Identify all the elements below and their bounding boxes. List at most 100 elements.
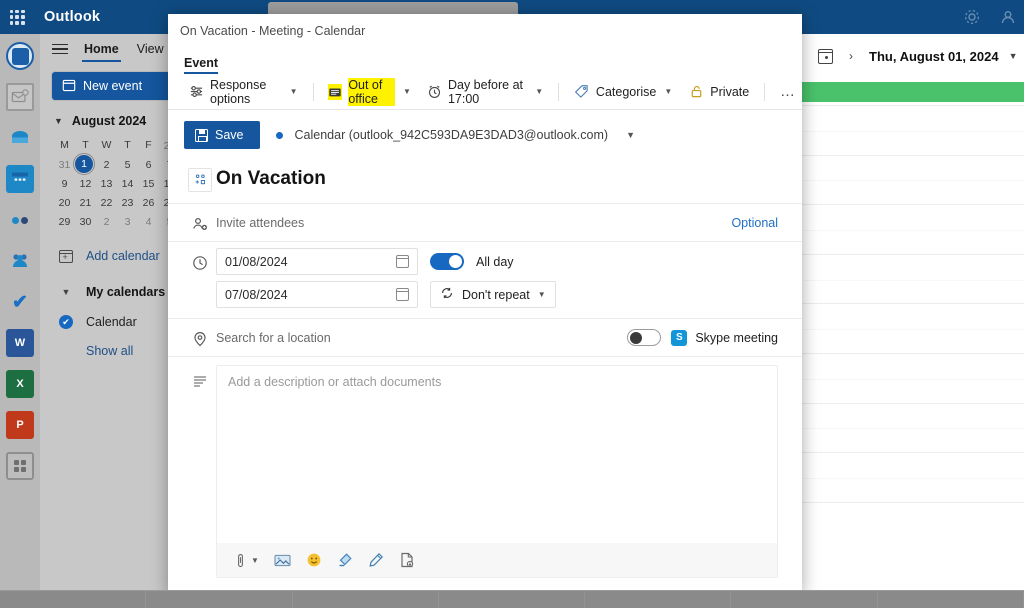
sidebar-item-calendar[interactable] xyxy=(6,165,34,193)
lock-icon xyxy=(688,84,704,100)
attendees-icon xyxy=(184,204,216,241)
location-field[interactable]: Search for a location S Skype meeting xyxy=(216,319,778,356)
all-day-toggle[interactable] xyxy=(430,253,464,270)
optional-link[interactable]: Optional xyxy=(731,216,778,230)
mini-calendar-day[interactable]: 31 xyxy=(54,155,75,174)
highlight-icon[interactable] xyxy=(337,552,353,568)
tab-view[interactable]: View xyxy=(135,39,166,59)
mini-calendar-day[interactable]: 20 xyxy=(54,193,75,212)
chevron-down-icon[interactable]: ▼ xyxy=(251,556,259,565)
sidebar-item-people[interactable] xyxy=(6,206,34,234)
ribbon-divider xyxy=(558,82,559,101)
account-label: Calendar (outlook_942C593DA9E3DAD3@outlo… xyxy=(294,128,609,142)
mini-calendar-day[interactable]: 5 xyxy=(117,155,138,174)
mini-calendar-day[interactable]: 4 xyxy=(138,212,159,231)
attendees-field[interactable]: Invite attendees Optional xyxy=(216,204,778,241)
taskbar[interactable] xyxy=(0,590,1024,608)
draw-icon[interactable] xyxy=(368,552,384,568)
mini-calendar-day[interactable]: 14 xyxy=(117,174,138,193)
chevron-down-icon[interactable]: ▼ xyxy=(535,87,543,96)
chevron-down-icon[interactable]: ▼ xyxy=(1009,51,1018,61)
location-pin-icon xyxy=(184,319,216,356)
chevron-down-icon[interactable]: ▼ xyxy=(626,130,635,140)
categorise-label: Categorise xyxy=(595,84,657,99)
tab-home[interactable]: Home xyxy=(82,39,121,62)
start-date-input[interactable]: 01/08/2024 xyxy=(216,248,418,275)
event-title-value: On Vacation xyxy=(216,167,326,189)
category-tag-icon xyxy=(574,84,590,100)
sidebar-item-more-apps[interactable] xyxy=(6,452,34,480)
emoji-icon[interactable] xyxy=(306,552,322,568)
chevron-down-icon[interactable]: ▼ xyxy=(538,290,546,299)
settings-gear-icon[interactable] xyxy=(964,9,980,25)
mini-calendar-day-header: T xyxy=(82,138,89,151)
calendar-picker-icon[interactable] xyxy=(396,255,409,268)
chevron-down-icon[interactable]: ▼ xyxy=(664,87,672,96)
mini-calendar-day[interactable]: 2 xyxy=(96,212,117,231)
ribbon-overflow-button[interactable]: … xyxy=(773,78,802,105)
insert-file-icon[interactable] xyxy=(399,552,415,568)
mini-calendar-day[interactable]: 29 xyxy=(54,212,75,231)
mini-calendar-day-selected[interactable]: 1 xyxy=(73,153,95,175)
skype-toggle[interactable] xyxy=(627,329,662,346)
mini-calendar-day[interactable]: 22 xyxy=(96,193,117,212)
mini-calendar-day[interactable]: 6 xyxy=(138,155,159,174)
sidebar-item-outlook-home[interactable] xyxy=(6,42,34,70)
mini-calendar-day[interactable]: 13 xyxy=(96,174,117,193)
sidebar-item-new-mail[interactable] xyxy=(6,83,34,111)
mini-calendar-day[interactable]: 30 xyxy=(75,212,96,231)
response-options-button[interactable]: Response options ▼ xyxy=(182,73,305,111)
insert-picture-icon[interactable] xyxy=(274,553,291,568)
description-placeholder: Add a description or attach documents xyxy=(228,375,442,389)
mini-calendar-day[interactable]: 23 xyxy=(117,193,138,212)
sidebar-item-word[interactable]: W xyxy=(6,329,34,357)
event-title-row: On Vacation xyxy=(168,160,802,204)
taskbar-cell[interactable] xyxy=(878,591,1024,608)
save-button[interactable]: Save xyxy=(184,121,260,149)
account-selector[interactable]: Calendar (outlook_942C593DA9E3DAD3@outlo… xyxy=(275,128,635,142)
menu-hamburger-icon[interactable] xyxy=(52,43,68,55)
sidebar-item-mail[interactable] xyxy=(6,124,34,152)
start-date-line: 01/08/2024 All day xyxy=(216,248,778,275)
mini-calendar-day[interactable]: 21 xyxy=(75,193,96,212)
taskbar-cell[interactable] xyxy=(146,591,293,608)
app-launcher-icon[interactable] xyxy=(0,0,34,34)
save-label: Save xyxy=(215,128,244,142)
private-button[interactable]: Private xyxy=(681,79,756,105)
taskbar-cell[interactable] xyxy=(585,591,732,608)
mini-calendar-day[interactable]: 3 xyxy=(117,212,138,231)
mini-calendar-day[interactable]: 15 xyxy=(138,174,159,193)
attach-file-icon[interactable]: ▼ xyxy=(233,553,259,568)
chevron-down-icon[interactable]: ▼ xyxy=(403,87,411,96)
event-title-field[interactable]: On Vacation xyxy=(216,160,778,197)
chevron-down-icon[interactable]: ▼ xyxy=(54,116,63,126)
event-dialog: On Vacation - Meeting - Calendar Event R… xyxy=(168,14,802,594)
calendar-picker-icon[interactable] xyxy=(396,288,409,301)
sidebar-item-groups[interactable] xyxy=(6,247,34,275)
reminder-button[interactable]: Day before at 17:00 ▼ xyxy=(420,73,550,111)
mini-calendar-day[interactable]: 2 xyxy=(96,155,117,174)
description-box[interactable]: Add a description or attach documents ▼ xyxy=(216,365,778,578)
taskbar-cell[interactable] xyxy=(293,591,439,608)
account-avatar-icon[interactable] xyxy=(1000,9,1016,25)
mini-calendar-day[interactable]: 12 xyxy=(75,174,96,193)
today-icon[interactable] xyxy=(818,48,833,64)
next-day-button[interactable]: › xyxy=(843,49,859,63)
sidebar-item-excel[interactable]: X xyxy=(6,370,34,398)
sidebar-item-powerpoint[interactable]: P xyxy=(6,411,34,439)
out-of-office-button[interactable]: Out of office ▼ xyxy=(321,73,418,111)
end-date-input[interactable]: 07/08/2024 xyxy=(216,281,418,308)
chevron-down-icon[interactable]: ▼ xyxy=(290,87,298,96)
mini-calendar-day[interactable]: 26 xyxy=(138,193,159,212)
tab-event[interactable]: Event xyxy=(184,56,219,74)
categorise-button[interactable]: Categorise ▼ xyxy=(567,79,679,105)
new-event-button[interactable]: New event xyxy=(52,72,180,100)
taskbar-cell[interactable] xyxy=(0,591,147,608)
repeat-button[interactable]: Don't repeat ▼ xyxy=(430,281,556,308)
mini-calendar-day-header: W xyxy=(101,138,112,151)
mini-calendar-day[interactable]: 9 xyxy=(54,174,75,193)
taskbar-cell[interactable] xyxy=(439,591,586,608)
sidebar-item-todo[interactable]: ✔ xyxy=(6,288,34,316)
taskbar-cell[interactable] xyxy=(731,591,878,608)
calendar-checked-icon[interactable]: ✔ xyxy=(58,315,74,329)
